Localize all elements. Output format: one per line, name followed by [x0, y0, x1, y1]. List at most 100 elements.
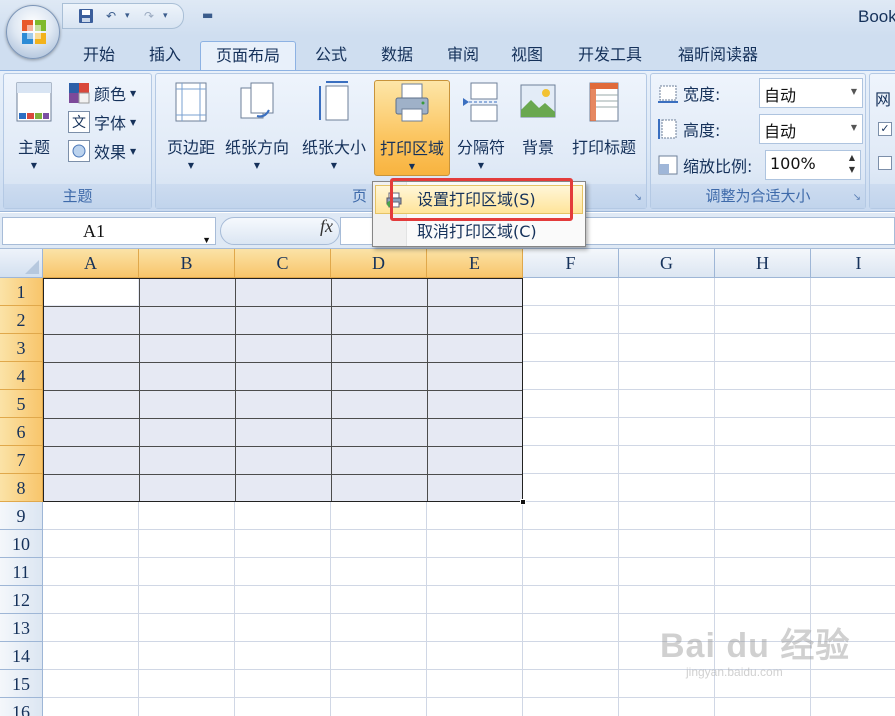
orientation-label: 纸张方向: [224, 138, 289, 157]
chevron-down-icon: ▼: [187, 161, 195, 170]
width-control: 宽度:: [657, 80, 720, 106]
tab-formulas[interactable]: 公式: [300, 41, 362, 70]
active-cell[interactable]: [44, 279, 138, 305]
row-header-9[interactable]: 9: [0, 502, 43, 530]
width-dropdown[interactable]: 自动 ▼: [759, 78, 863, 108]
dialog-launcher-icon[interactable]: ↘: [634, 192, 642, 203]
fill-handle[interactable]: [520, 499, 526, 505]
margins-button[interactable]: 页边距 ▼: [160, 80, 222, 176]
title-bar: ↶ ▾ ↷ ▾ ▬ Book: [0, 0, 895, 36]
size-button[interactable]: 纸张大小 ▼: [296, 80, 372, 176]
theme-fonts-label: 字体: [94, 114, 127, 133]
column-header-i[interactable]: I: [811, 249, 895, 278]
margins-label: 页边距: [166, 138, 215, 157]
name-box-value: A1: [83, 221, 105, 241]
column-header-g[interactable]: G: [619, 249, 715, 278]
row-header-5[interactable]: 5: [0, 390, 43, 418]
print-area-label: 打印区域: [379, 139, 444, 158]
background-button[interactable]: 背景: [512, 80, 564, 176]
row-header-13[interactable]: 13: [0, 614, 43, 642]
annotation-highlight: [390, 178, 573, 221]
name-box[interactable]: A1 ▼: [2, 217, 216, 245]
print-titles-button[interactable]: 打印标题: [566, 80, 642, 176]
save-icon[interactable]: [75, 5, 97, 27]
tab-review[interactable]: 审阅: [432, 41, 494, 70]
row-header-12[interactable]: 12: [0, 586, 43, 614]
width-value: 自动: [764, 86, 797, 105]
themes-label: 主题: [17, 138, 50, 157]
row-header-2[interactable]: 2: [0, 306, 43, 334]
scale-value: 100%: [770, 154, 816, 173]
row-header-10[interactable]: 10: [0, 530, 43, 558]
chevron-down-icon: ▼: [850, 87, 857, 96]
group-themes: 主题 ▼ 颜色 ▼ 文 字体 ▼ 效果 ▼ 主题: [3, 73, 152, 209]
row-header-1[interactable]: 1: [0, 278, 43, 306]
tab-home[interactable]: 开始: [68, 41, 130, 70]
column-header-e[interactable]: E: [427, 249, 523, 278]
tab-data[interactable]: 数据: [366, 41, 428, 70]
tab-foxit-reader[interactable]: 福昕阅读器: [662, 41, 774, 70]
row-header-16[interactable]: 16: [0, 698, 43, 716]
insert-function-icon[interactable]: fx: [320, 216, 333, 237]
select-all-button[interactable]: [0, 249, 43, 278]
spin-arrows-icon[interactable]: ▲ ▼: [846, 152, 858, 176]
print-area-button[interactable]: 打印区域 ▼: [374, 80, 450, 176]
row-header-7[interactable]: 7: [0, 446, 43, 474]
scale-spinner[interactable]: 100% ▲ ▼: [765, 150, 861, 180]
row-header-15[interactable]: 15: [0, 670, 43, 698]
undo-dropdown-icon[interactable]: ▾: [125, 11, 135, 21]
selected-range[interactable]: [43, 278, 523, 502]
column-header-a[interactable]: A: [43, 249, 139, 278]
customize-qat-icon[interactable]: ▬: [202, 8, 213, 22]
scale-label: 缩放比例:: [683, 157, 753, 176]
menu-item-clear-print-area[interactable]: 取消打印区域(C): [375, 217, 583, 246]
undo-icon[interactable]: ↶: [100, 5, 122, 27]
row-header-6[interactable]: 6: [0, 418, 43, 446]
height-dropdown[interactable]: 自动 ▼: [759, 114, 863, 144]
office-button[interactable]: [6, 5, 60, 59]
row-header-14[interactable]: 14: [0, 642, 43, 670]
column-header-f[interactable]: F: [523, 249, 619, 278]
row-header-3[interactable]: 3: [0, 334, 43, 362]
background-image-icon: [520, 84, 556, 118]
group-sheet-options: 网 ✓: [869, 73, 895, 209]
tab-page-layout[interactable]: 页面布局: [200, 41, 296, 70]
chevron-down-icon: ▼: [30, 161, 38, 170]
tab-developer[interactable]: 开发工具: [562, 41, 658, 70]
printer-icon: [395, 83, 429, 122]
row-header-4[interactable]: 4: [0, 362, 43, 390]
column-header-h[interactable]: H: [715, 249, 811, 278]
worksheet-grid: ABCDEFGHI 1 2 3 4 5 6 7 8 9 10 11 12 13 14 15 16: [0, 249, 895, 716]
breaks-label: 分隔符: [456, 138, 505, 157]
chevron-down-icon: ▼: [253, 161, 261, 170]
theme-effects-label: 效果: [94, 143, 127, 162]
chevron-down-icon: ▼: [850, 123, 857, 132]
font-icon: 文: [68, 111, 90, 133]
orientation-button[interactable]: 纸张方向 ▼: [220, 80, 294, 176]
redo-dropdown-icon[interactable]: ▾: [163, 11, 173, 21]
dialog-launcher-icon[interactable]: ↘: [853, 192, 861, 203]
group-scale-to-fit: 宽度: 自动 ▼ 高度: 自动 ▼ 缩放比例: 100% ▲ ▼ 调整为合适大小…: [650, 73, 866, 209]
column-header-c[interactable]: C: [235, 249, 331, 278]
tab-insert[interactable]: 插入: [134, 41, 196, 70]
chevron-down-icon: ▼: [408, 162, 416, 171]
theme-effects-button[interactable]: 效果 ▼: [68, 138, 136, 164]
column-header-b[interactable]: B: [139, 249, 235, 278]
effects-icon: [68, 140, 90, 162]
theme-fonts-button[interactable]: 文 字体 ▼: [68, 109, 136, 135]
tab-view[interactable]: 视图: [496, 41, 558, 70]
row-header-11[interactable]: 11: [0, 558, 43, 586]
column-header-d[interactable]: D: [331, 249, 427, 278]
height-icon: [658, 119, 677, 139]
orientation-icon: [240, 82, 274, 119]
themes-button[interactable]: 主题 ▼: [8, 80, 60, 176]
row-header-8[interactable]: 8: [0, 474, 43, 502]
theme-colors-button[interactable]: 颜色 ▼: [68, 80, 136, 106]
redo-icon[interactable]: ↷: [138, 5, 160, 27]
height-control: 高度:: [657, 116, 720, 142]
clear-print-area-label: 取消打印区域(C): [417, 222, 537, 241]
chevron-down-icon: ▼: [130, 88, 137, 98]
breaks-button[interactable]: 分隔符 ▼: [450, 80, 512, 176]
gridlines-print-checkbox[interactable]: [878, 156, 892, 170]
gridlines-view-checkbox[interactable]: ✓: [878, 122, 892, 136]
